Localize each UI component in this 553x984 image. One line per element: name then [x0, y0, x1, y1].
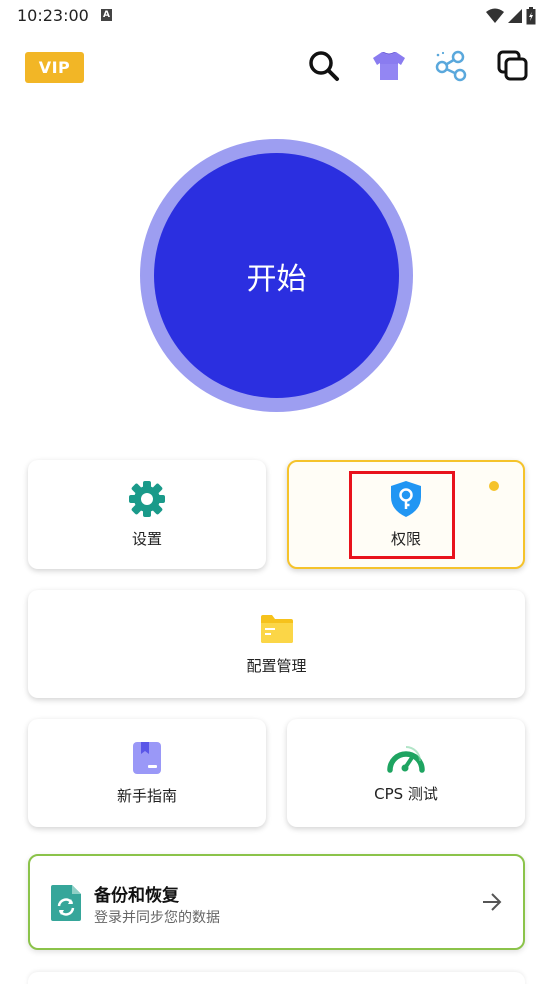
gear-icon — [129, 481, 165, 517]
share-button[interactable] — [433, 48, 469, 84]
backup-restore-card[interactable]: 备份和恢复 登录并同步您的数据 — [28, 854, 525, 950]
speedometer-icon — [387, 745, 425, 773]
backup-subtitle: 登录并同步您的数据 — [94, 910, 220, 926]
search-button[interactable] — [306, 48, 342, 84]
notification-a-icon: A — [101, 9, 112, 21]
theme-button[interactable] — [371, 48, 407, 84]
next-card-partial[interactable] — [28, 972, 525, 984]
wifi-icon — [486, 8, 504, 23]
multi-window-button[interactable] — [495, 48, 531, 84]
cps-test-card[interactable]: CPS 测试 — [287, 719, 525, 827]
settings-label: 设置 — [131, 530, 162, 548]
tshirt-icon — [373, 52, 405, 80]
settings-card[interactable]: 设置 — [28, 460, 266, 569]
cloud-sync-document-icon — [51, 885, 81, 921]
cps-test-label: CPS 测试 — [374, 784, 438, 803]
status-icons — [486, 7, 536, 25]
status-bar: 10:23:00 A — [0, 0, 553, 32]
permission-card[interactable]: 权限 — [287, 460, 525, 569]
signal-icon — [508, 9, 522, 23]
config-management-label: 配置管理 — [246, 656, 307, 675]
battery-icon — [526, 7, 536, 25]
beginner-guide-card[interactable]: 新手指南 — [28, 719, 266, 827]
highlight-box — [349, 471, 455, 559]
book-icon — [133, 741, 161, 774]
config-management-card[interactable]: 配置管理 — [28, 590, 525, 698]
beginner-guide-label: 新手指南 — [116, 786, 177, 805]
share-icon — [435, 50, 467, 82]
backup-title: 备份和恢复 — [94, 886, 179, 906]
vip-badge[interactable]: VIP — [25, 52, 84, 83]
start-button[interactable]: 开始 — [154, 153, 399, 398]
notification-dot — [489, 481, 499, 491]
folder-icon — [260, 614, 293, 643]
copy-windows-icon — [497, 50, 528, 81]
arrow-right-icon — [483, 893, 502, 911]
status-time: 10:23:00 — [17, 6, 89, 25]
search-icon — [309, 51, 339, 81]
